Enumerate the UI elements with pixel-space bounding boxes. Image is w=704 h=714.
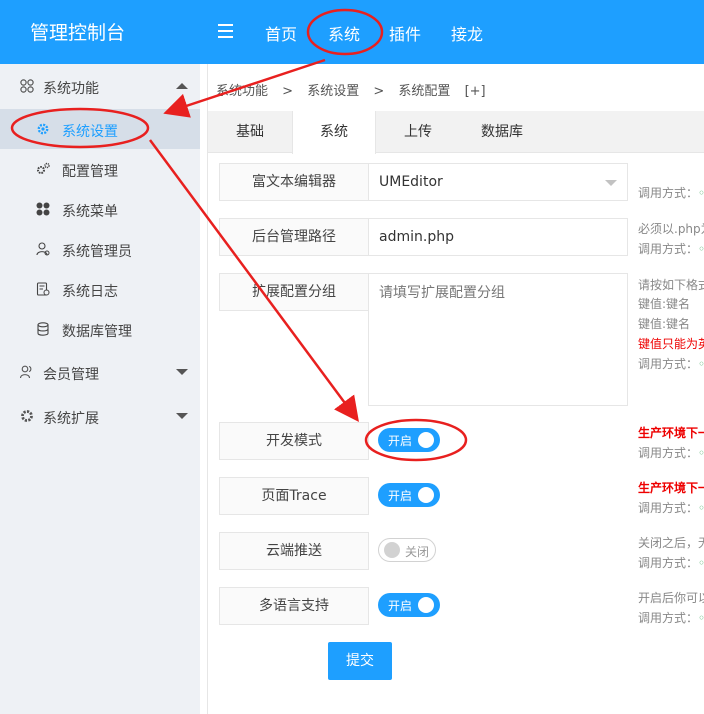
switch-knob bbox=[384, 542, 400, 558]
sidebar-item-config-management[interactable]: 配置管理 bbox=[0, 149, 200, 189]
sidebar-group-system-functions[interactable]: 系统功能 bbox=[0, 64, 200, 108]
hint-call: 调用方式： bbox=[638, 446, 699, 460]
tab-upload[interactable]: 上传 bbox=[376, 111, 460, 153]
admin-icon bbox=[36, 242, 50, 256]
switch-text: 开启 bbox=[388, 489, 413, 503]
chevron-down-icon bbox=[176, 369, 188, 375]
nav-jielong[interactable]: 接龙 bbox=[451, 21, 483, 45]
switch-knob bbox=[418, 597, 434, 613]
editor-select-value: UMEditor bbox=[379, 174, 443, 190]
switch-text: 关闭 bbox=[405, 545, 430, 559]
dev-mode-hint: 生产环境下一 bbox=[638, 426, 704, 440]
sidebar-item-label: 系统设置 bbox=[62, 124, 118, 140]
chevron-down-icon bbox=[176, 413, 188, 419]
dev-mode-label: 开发模式 bbox=[219, 422, 369, 460]
chevron-up-icon bbox=[176, 83, 188, 89]
ext-group-hint-2: 键值:键名 bbox=[638, 297, 691, 311]
cloud-push-hint: 关闭之后，无 bbox=[638, 536, 704, 550]
cloud-push-label: 云端推送 bbox=[219, 532, 369, 570]
hint-call: 调用方式： bbox=[638, 611, 699, 625]
cloud-push-switch[interactable]: 关闭 bbox=[378, 538, 436, 562]
admin-path-call-hint: 调用方式：◦ bbox=[638, 242, 704, 256]
tab-system[interactable]: 系统 bbox=[292, 111, 376, 154]
breadcrumb-link-system-functions[interactable]: 系统功能 bbox=[216, 84, 268, 99]
sidebar-item-system-log[interactable]: 系统日志 bbox=[0, 269, 200, 309]
sidebar-group-member-management[interactable]: 会员管理 bbox=[0, 350, 200, 394]
ext-group-label: 扩展配置分组 bbox=[219, 273, 369, 311]
tab-bar: 基础 系统 上传 数据库 bbox=[208, 111, 704, 154]
breadcrumb-current: 系统配置 bbox=[398, 84, 451, 99]
sidebar-group-system-extension[interactable]: 系统扩展 bbox=[0, 394, 200, 438]
switch-text: 开启 bbox=[388, 599, 413, 613]
hint-call: 调用方式： bbox=[638, 242, 699, 256]
sidebar-item-label: 数据库管理 bbox=[62, 324, 132, 340]
ext-group-hint-3: 键值:键名 bbox=[638, 317, 691, 331]
breadcrumb: 系统功能 > 系统设置 > 系统配置 [+] bbox=[216, 80, 496, 99]
hint-call: 调用方式： bbox=[638, 556, 699, 570]
sidebar-item-label: 配置管理 bbox=[62, 164, 118, 180]
sidebar-item-system-admins[interactable]: 系统管理员 bbox=[0, 229, 200, 269]
grid-icon bbox=[20, 79, 34, 93]
switch-knob bbox=[418, 487, 434, 503]
admin-path-label: 后台管理路径 bbox=[219, 218, 369, 256]
sidebar-item-system-settings[interactable]: 系统设置 bbox=[0, 109, 200, 149]
gear-icon bbox=[37, 123, 49, 135]
gear-icon bbox=[21, 410, 33, 422]
multi-language-label: 多语言支持 bbox=[219, 587, 369, 625]
tab-database[interactable]: 数据库 bbox=[460, 111, 544, 153]
apps-icon bbox=[36, 202, 50, 216]
ext-group-call-hint: 调用方式：◦ bbox=[638, 357, 704, 371]
editor-label: 富文本编辑器 bbox=[219, 163, 369, 201]
admin-path-input[interactable]: admin.php bbox=[368, 218, 628, 256]
sidebar-item-database-management[interactable]: 数据库管理 bbox=[0, 309, 200, 349]
multi-language-hint: 开启后你可以 bbox=[638, 591, 704, 605]
hint-call: 调用方式： bbox=[638, 186, 699, 200]
sidebar-item-system-menu[interactable]: 系统菜单 bbox=[0, 189, 200, 229]
tab-basic[interactable]: 基础 bbox=[208, 111, 292, 153]
trace-label: 页面Trace bbox=[219, 477, 369, 515]
breadcrumb-separator: > bbox=[282, 84, 294, 99]
admin-path-hint: 必须以.php为 bbox=[638, 222, 704, 236]
sidebar-item-label: 系统日志 bbox=[62, 284, 118, 300]
multi-language-switch[interactable]: 开启 bbox=[378, 593, 440, 617]
cogs-icon bbox=[37, 162, 50, 174]
sidebar: 系统功能 系统设置 配置管理 系统菜单 系统管理员 系统日志 数据库管理 会员管… bbox=[0, 64, 200, 714]
multi-language-call-hint: 调用方式：◦ bbox=[638, 611, 704, 625]
nav-plugins[interactable]: 插件 bbox=[389, 21, 421, 45]
sidebar-item-label: 系统菜单 bbox=[62, 204, 118, 220]
ext-group-textarea[interactable]: 请填写扩展配置分组 bbox=[368, 273, 628, 406]
nav-home[interactable]: 首页 bbox=[265, 21, 297, 45]
breadcrumb-link-system-settings[interactable]: 系统设置 bbox=[307, 84, 359, 99]
hint-call: 调用方式： bbox=[638, 357, 699, 371]
database-icon bbox=[37, 322, 49, 336]
dev-mode-switch[interactable]: 开启 bbox=[378, 428, 440, 452]
hint-call: 调用方式： bbox=[638, 501, 699, 515]
users-icon bbox=[20, 365, 32, 379]
editor-hint: 调用方式：◦ bbox=[638, 186, 704, 200]
switch-text: 开启 bbox=[388, 434, 413, 448]
nav-system[interactable]: 系统 bbox=[328, 21, 360, 45]
breadcrumb-separator: > bbox=[373, 84, 385, 99]
ext-group-hint-1: 请按如下格式 bbox=[638, 278, 704, 292]
dev-mode-call-hint: 调用方式：◦ bbox=[638, 446, 704, 460]
sidebar-item-label: 系统管理员 bbox=[62, 244, 132, 260]
trace-hint: 生产环境下一 bbox=[638, 481, 704, 495]
content-divider bbox=[207, 64, 208, 714]
switch-knob bbox=[418, 432, 434, 448]
chevron-down-icon bbox=[605, 180, 617, 186]
editor-select[interactable]: UMEditor bbox=[368, 163, 628, 201]
sidebar-group-label: 系统功能 bbox=[43, 81, 99, 97]
ext-group-hint-4: 键值只能为英 bbox=[638, 337, 704, 351]
trace-call-hint: 调用方式：◦ bbox=[638, 501, 704, 515]
submit-button[interactable]: 提交 bbox=[328, 642, 392, 680]
brand-title: 管理控制台 bbox=[30, 22, 126, 44]
top-header: 管理控制台 首页 系统 插件 接龙 bbox=[0, 0, 704, 64]
trace-switch[interactable]: 开启 bbox=[378, 483, 440, 507]
sidebar-group-label: 系统扩展 bbox=[43, 411, 99, 427]
cloud-push-call-hint: 调用方式：◦ bbox=[638, 556, 704, 570]
sidebar-group-label: 会员管理 bbox=[43, 367, 99, 383]
menu-toggle-icon[interactable] bbox=[218, 24, 233, 38]
breadcrumb-add-button[interactable]: [+] bbox=[465, 84, 486, 99]
log-icon bbox=[36, 282, 50, 296]
